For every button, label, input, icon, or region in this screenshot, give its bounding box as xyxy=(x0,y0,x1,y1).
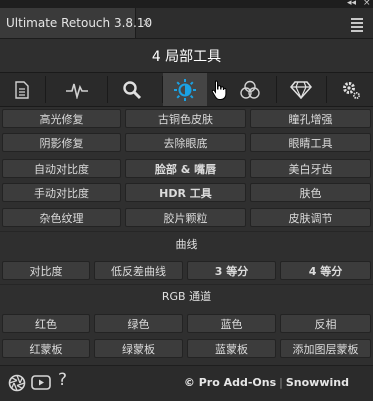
pulse-icon[interactable] xyxy=(57,73,97,106)
panel-menu-icon[interactable] xyxy=(351,18,363,34)
brand-separator: | xyxy=(279,376,283,389)
panel-titlebar: Ultimate Retouch 3.8.10 × xyxy=(0,8,373,39)
noise-texture-button[interactable]: 杂色纹理 xyxy=(2,208,121,227)
low-contrast-curve-button[interactable]: 低反差曲线 xyxy=(94,261,183,280)
panel-tab[interactable]: Ultimate Retouch 3.8.10 xyxy=(0,8,152,38)
curves-heading: 曲线 xyxy=(175,238,198,251)
contrast-curve-button[interactable]: 对比度 xyxy=(2,261,90,280)
green-mask-button[interactable]: 绿蒙板 xyxy=(94,339,183,358)
magnifier-icon[interactable] xyxy=(112,73,152,106)
close-panel-icon[interactable]: × xyxy=(363,0,371,8)
document-icon[interactable] xyxy=(2,73,42,106)
three-split-button[interactable]: 3 等分 xyxy=(187,261,276,280)
brightness-icon[interactable] xyxy=(163,73,207,106)
overlap-circles-icon[interactable] xyxy=(230,73,270,106)
green-channel-button[interactable]: 绿色 xyxy=(94,314,183,333)
diamond-icon[interactable] xyxy=(281,73,321,106)
window-top-strip: ◂◂ × xyxy=(0,0,373,8)
skin-tone-button[interactable]: 肤色 xyxy=(250,183,371,202)
hdr-tools-button[interactable]: HDR 工具 xyxy=(125,183,246,202)
whiten-teeth-button[interactable]: 美白牙齿 xyxy=(250,159,371,178)
gear-icon[interactable] xyxy=(331,73,371,106)
tool-tabs xyxy=(0,72,373,107)
bronze-skin-button[interactable]: 古铜色皮肤 xyxy=(125,109,246,128)
remove-eyebags-button[interactable]: 去除眼底 xyxy=(125,133,246,152)
four-split-button[interactable]: 4 等分 xyxy=(280,261,371,280)
rgb-heading: RGB 通道 xyxy=(161,290,212,303)
eye-tools-button[interactable]: 眼睛工具 xyxy=(250,133,371,152)
pupil-enhance-button[interactable]: 瞳孔增强 xyxy=(250,109,371,128)
face-lips-button[interactable]: 脸部 & 嘴唇 xyxy=(125,159,246,178)
blue-mask-button[interactable]: 蓝蒙板 xyxy=(187,339,276,358)
blue-channel-button[interactable]: 蓝色 xyxy=(187,314,276,333)
video-play-icon[interactable] xyxy=(31,374,51,396)
help-icon[interactable]: ? xyxy=(58,370,67,390)
brand-name: © Pro Add-Ons xyxy=(183,376,277,389)
panel-title: 4 局部工具 xyxy=(151,49,222,65)
brand-credit: © Pro Add-Ons | Snowwind xyxy=(184,376,349,389)
skin-adjust-button[interactable]: 皮肤调节 xyxy=(250,208,371,227)
film-grain-button[interactable]: 胶片颗粒 xyxy=(125,208,246,227)
shadow-repair-button[interactable]: 阴影修复 xyxy=(2,133,121,152)
collapse-panel-icon[interactable]: ◂◂ xyxy=(347,0,356,8)
highlight-repair-button[interactable]: 高光修复 xyxy=(2,109,121,128)
auto-contrast-button[interactable]: 自动对比度 xyxy=(2,159,121,178)
add-layer-mask-button[interactable]: 添加图层蒙板 xyxy=(280,339,371,358)
hand-cursor-icon xyxy=(211,80,227,100)
panel-footer: ? © Pro Add-Ons | Snowwind xyxy=(0,365,373,401)
manual-contrast-button[interactable]: 手动对比度 xyxy=(2,183,121,202)
author-name: Snowwind xyxy=(285,376,349,389)
invert-button[interactable]: 反相 xyxy=(280,314,371,333)
tab-close-icon[interactable]: × xyxy=(142,8,151,38)
red-mask-button[interactable]: 红蒙板 xyxy=(2,339,90,358)
aperture-icon[interactable] xyxy=(8,374,26,396)
red-channel-button[interactable]: 红色 xyxy=(2,314,90,333)
